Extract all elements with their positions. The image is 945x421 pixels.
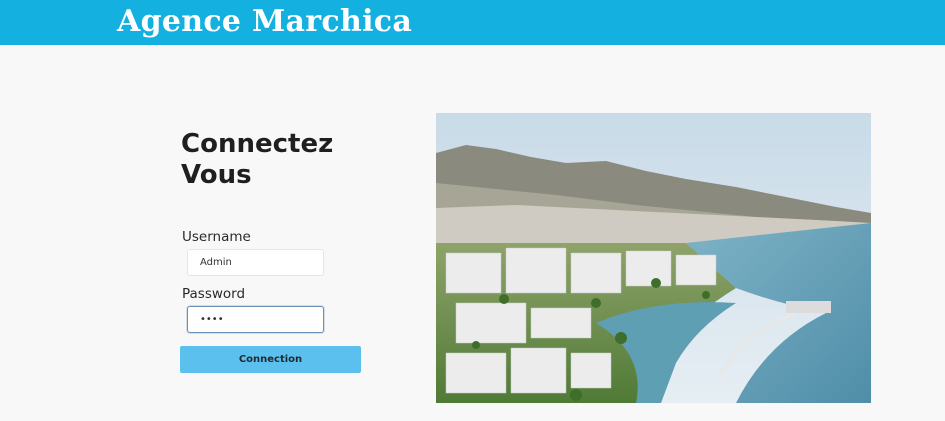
top-header-bar: Agence Marchica <box>0 0 945 45</box>
connection-button[interactable]: Connection <box>180 346 361 373</box>
hero-photo <box>436 113 871 403</box>
username-label: Username <box>182 229 251 245</box>
password-input[interactable] <box>187 306 324 333</box>
password-label: Password <box>182 286 246 302</box>
login-title: Connectez Vous <box>181 129 334 190</box>
username-input[interactable] <box>187 249 324 276</box>
brand-logo: Agence Marchica <box>117 4 413 39</box>
